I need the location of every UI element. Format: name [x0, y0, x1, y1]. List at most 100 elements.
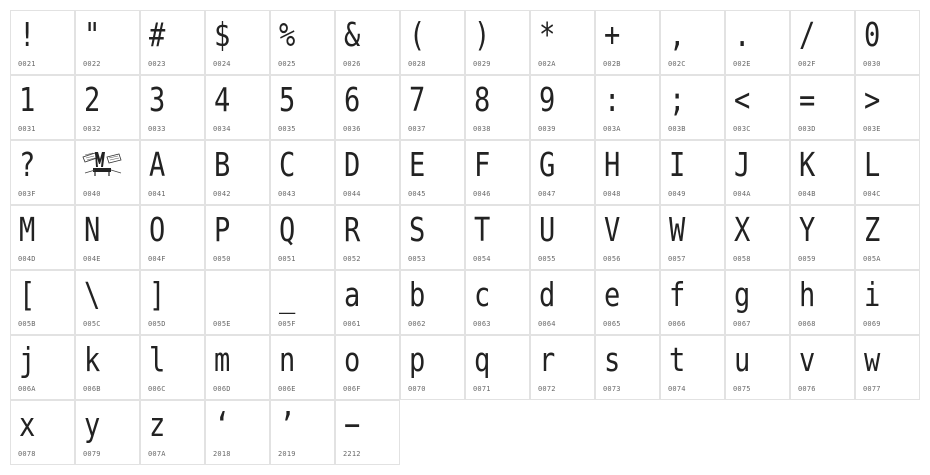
glyph-codepoint: 003C: [733, 125, 751, 133]
glyph-codepoint: 0048: [603, 190, 621, 198]
glyph-cell: G 0047: [530, 140, 595, 205]
glyph-cell: l 006C: [140, 335, 205, 400]
glyph-character: q: [474, 340, 491, 379]
glyph-codepoint: 0068: [798, 320, 816, 328]
glyph-cell: 6 0036: [335, 75, 400, 140]
glyph-cell: 2 0032: [75, 75, 140, 140]
glyph-codepoint: 0033: [148, 125, 166, 133]
glyph-character: >: [864, 80, 881, 119]
glyph-cell: & 0026: [335, 10, 400, 75]
glyph-cell: c 0063: [465, 270, 530, 335]
glyph-cell: \ 005C: [75, 270, 140, 335]
glyph-cell: / 002F: [790, 10, 855, 75]
glyph-character: P: [214, 210, 231, 249]
glyph-character: m: [214, 340, 231, 379]
glyph-codepoint: 002B: [603, 60, 621, 68]
glyph-codepoint: 0049: [668, 190, 686, 198]
glyph-cell: m 006D: [205, 335, 270, 400]
glyph-cell: A 0041: [140, 140, 205, 205]
glyph-cell: . 002E: [725, 10, 790, 75]
glyph-cell: 9 0039: [530, 75, 595, 140]
glyph-character: Q: [279, 210, 296, 249]
glyph-cell: , 002C: [660, 10, 725, 75]
glyph-character: #: [149, 15, 166, 54]
glyph-cell: T 0054: [465, 205, 530, 270]
glyph-codepoint: 002A: [538, 60, 556, 68]
glyph-cell: x 0078: [10, 400, 75, 465]
glyph-character: g: [734, 275, 751, 314]
glyph-cell: $0024: [205, 10, 270, 75]
glyph-character: 6: [344, 80, 361, 119]
glyph-cell: L 004C: [855, 140, 920, 205]
glyph-cell: y 0079: [75, 400, 140, 465]
glyph-codepoint: 0063: [473, 320, 491, 328]
glyph-cell: " 0022: [75, 10, 140, 75]
glyph-character: %: [279, 15, 296, 54]
glyph-character: +: [604, 15, 621, 54]
glyph-character: V: [604, 210, 621, 249]
glyph-character: ’: [279, 405, 296, 444]
glyph-cell: g 0067: [725, 270, 790, 335]
glyph-codepoint: 0079: [83, 450, 101, 458]
glyph-codepoint: 004F: [148, 255, 166, 263]
glyph-cell: ] 005D: [140, 270, 205, 335]
glyph-codepoint: 005F: [278, 320, 296, 328]
glyph-cell: s 0073: [595, 335, 660, 400]
glyph-character: ?: [19, 145, 36, 184]
glyph-codepoint: 0044: [343, 190, 361, 198]
glyph-character: F: [474, 145, 491, 184]
glyph-codepoint: 0067: [733, 320, 751, 328]
glyph-character: h: [799, 275, 816, 314]
glyph-codepoint: 007A: [148, 450, 166, 458]
glyph-cell: V 0056: [595, 205, 660, 270]
glyph-codepoint: 0073: [603, 385, 621, 393]
glyph-codepoint: 0034: [213, 125, 231, 133]
glyph-cell: n 006E: [270, 335, 335, 400]
glyph-codepoint: 0021: [18, 60, 36, 68]
glyph-codepoint: 006D: [213, 385, 231, 393]
glyph-codepoint: 004B: [798, 190, 816, 198]
glyph-character: 3: [149, 80, 166, 119]
glyph-cell: i 0069: [855, 270, 920, 335]
glyph-cell: r 0072: [530, 335, 595, 400]
glyph-codepoint: 0031: [18, 125, 36, 133]
glyph-codepoint: 0050: [213, 255, 231, 263]
glyph-codepoint: 0059: [798, 255, 816, 263]
glyph-character: 2: [84, 80, 101, 119]
glyph-codepoint: 0065: [603, 320, 621, 328]
glyph-character: 7: [409, 80, 426, 119]
glyph-codepoint: 0061: [343, 320, 361, 328]
glyph-character: _: [279, 275, 296, 314]
glyph-character: n: [279, 340, 296, 379]
glyph-character: H: [604, 145, 621, 184]
glyph-codepoint: 0028: [408, 60, 426, 68]
glyph-codepoint: 2019: [278, 450, 296, 458]
glyph-cell: k 006B: [75, 335, 140, 400]
glyph-character: j: [19, 340, 36, 379]
glyph-codepoint: 0058: [733, 255, 751, 263]
glyph-character: X: [734, 210, 751, 249]
glyph-character: O: [149, 210, 166, 249]
glyph-cell: = 003D: [790, 75, 855, 140]
glyph-grid: ! 0021 " 0022 #0023 $0024% 0025 & 0026(0028) 0029…: [10, 10, 920, 465]
glyph-codepoint: 004A: [733, 190, 751, 198]
glyph-codepoint: 0071: [473, 385, 491, 393]
glyph-character: N: [84, 210, 101, 249]
glyph-codepoint: 0043: [278, 190, 296, 198]
glyph-codepoint: 0036: [343, 125, 361, 133]
glyph-codepoint: 0038: [473, 125, 491, 133]
glyph-character: C: [279, 145, 296, 184]
glyph-cell: 0 0030: [855, 10, 920, 75]
glyph-cell: 8 0038: [465, 75, 530, 140]
glyph-character: <: [734, 80, 751, 119]
glyph-character: *: [539, 15, 556, 54]
glyph-character: ": [84, 15, 101, 54]
glyph-character: 5: [279, 80, 296, 119]
glyph-cell: d 0064: [530, 270, 595, 335]
glyph-codepoint: 0023: [148, 60, 166, 68]
glyph-cell: f 0066: [660, 270, 725, 335]
glyph-codepoint: 0066: [668, 320, 686, 328]
glyph-character: s: [604, 340, 621, 379]
glyph-character: ‘: [214, 405, 231, 444]
glyph-cell: 7 0037: [400, 75, 465, 140]
